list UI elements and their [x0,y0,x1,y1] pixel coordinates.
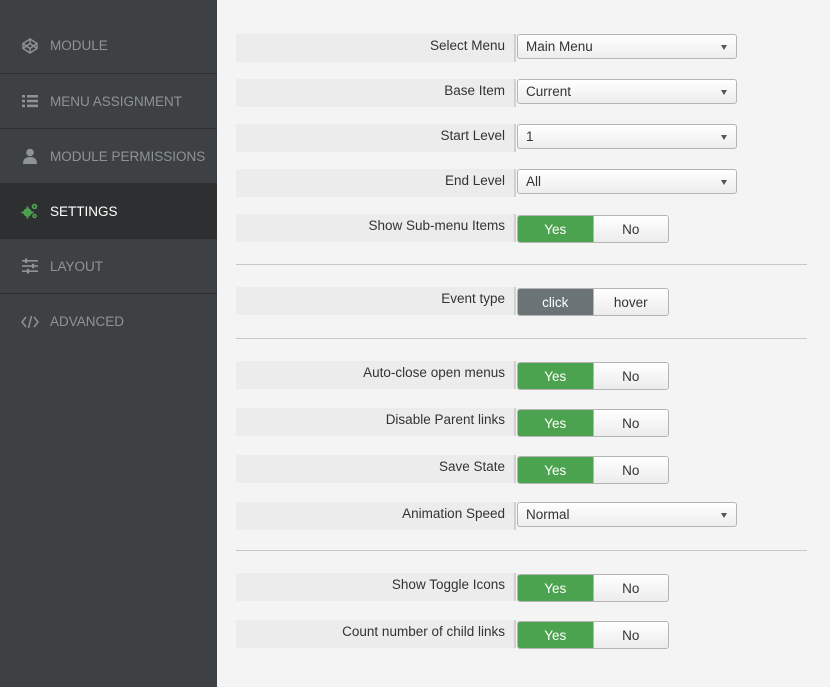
event-type-toggle: click hover [517,288,669,316]
yes-button[interactable]: Yes [518,457,593,483]
chevron-down-icon [721,90,727,95]
chevron-down-icon [721,45,727,50]
setting-row-event-type: Event type [236,287,516,315]
auto-close-toggle: Yes No [517,362,669,390]
yes-button[interactable]: Yes [518,575,593,601]
setting-label: Auto-close open menus [363,365,505,380]
sidebar-item-layout[interactable]: LAYOUT [0,239,217,294]
yes-button[interactable]: Yes [518,410,593,436]
chevron-down-icon [721,180,727,185]
setting-label: Show Sub-menu Items [368,218,505,233]
setting-row-show-toggle-icons: Show Toggle Icons [236,573,516,601]
sidebar: MODULE MENU ASSIGNMENT MODULE PERMISSION… [0,0,217,687]
setting-row-disable-parent: Disable Parent links [236,408,516,436]
show-toggle-icons-toggle: Yes No [517,574,669,602]
show-submenu-toggle: Yes No [517,215,669,243]
disable-parent-toggle: Yes No [517,409,669,437]
hover-button[interactable]: hover [592,289,668,315]
click-button[interactable]: click [518,289,593,315]
no-button[interactable]: No [592,575,668,601]
count-child-links-toggle: Yes No [517,621,669,649]
setting-label: Show Toggle Icons [391,577,505,592]
yes-button[interactable]: Yes [518,216,593,242]
list-icon [21,92,39,110]
no-button[interactable]: No [592,622,668,648]
setting-row-animation-speed: Animation Speed [236,502,516,530]
divider [236,550,807,551]
setting-label: Count number of child links [342,624,505,639]
sidebar-item-label: MODULE [50,38,108,53]
sidebar-item-menu-assignment[interactable]: MENU ASSIGNMENT [0,74,217,129]
sidebar-item-label: MODULE PERMISSIONS [50,148,206,164]
setting-label: Start Level [440,128,505,143]
setting-row-save-state: Save State [236,455,516,483]
setting-label: Save State [438,459,505,474]
sidebar-item-settings[interactable]: SETTINGS [0,184,217,239]
sidebar-item-label: ADVANCED [50,314,125,329]
user-icon [21,147,39,165]
sidebar-item-advanced[interactable]: ADVANCED [0,294,217,349]
sidebar-item-module-permissions[interactable]: MODULE PERMISSIONS [0,129,217,184]
end-level-dropdown[interactable]: All [517,169,737,194]
setting-label: Base Item [444,83,505,98]
sliders-icon [21,257,39,275]
no-button[interactable]: No [592,363,668,389]
sidebar-item-label: MENU ASSIGNMENT [50,93,183,109]
yes-button[interactable]: Yes [518,622,593,648]
code-icon [21,313,39,331]
divider [236,338,807,339]
sidebar-item-label: SETTINGS [50,203,118,219]
chevron-down-icon [721,135,727,140]
sidebar-item-label: LAYOUT [50,258,104,274]
setting-row-start-level: Start Level [236,124,516,152]
sidebar-item-module[interactable]: MODULE [0,18,217,74]
divider [236,264,807,265]
animation-speed-dropdown[interactable]: Normal [517,502,737,527]
no-button[interactable]: No [592,216,668,242]
no-button[interactable]: No [592,457,668,483]
setting-row-auto-close: Auto-close open menus [236,361,516,389]
save-state-toggle: Yes No [517,456,669,484]
no-button[interactable]: No [592,410,668,436]
setting-row-count-child-links: Count number of child links [236,620,516,648]
setting-row-end-level: End Level [236,169,516,197]
setting-label: End Level [444,173,505,188]
codepen-icon [21,37,39,55]
yes-button[interactable]: Yes [518,363,593,389]
setting-label: Disable Parent links [385,412,505,427]
setting-label: Animation Speed [402,506,505,521]
gears-icon [21,202,39,220]
setting-label: Event type [441,291,505,306]
setting-row-show-submenu: Show Sub-menu Items [236,214,516,242]
start-level-dropdown[interactable]: 1 [517,124,737,149]
chevron-down-icon [721,513,727,518]
setting-row-select-menu: Select Menu [236,34,516,62]
select-menu-dropdown[interactable]: Main Menu [517,34,737,59]
setting-label: Select Menu [429,38,505,53]
setting-row-base-item: Base Item [236,79,516,107]
settings-panel: Select Menu Main Menu Base Item Current … [217,0,830,687]
base-item-dropdown[interactable]: Current [517,79,737,104]
